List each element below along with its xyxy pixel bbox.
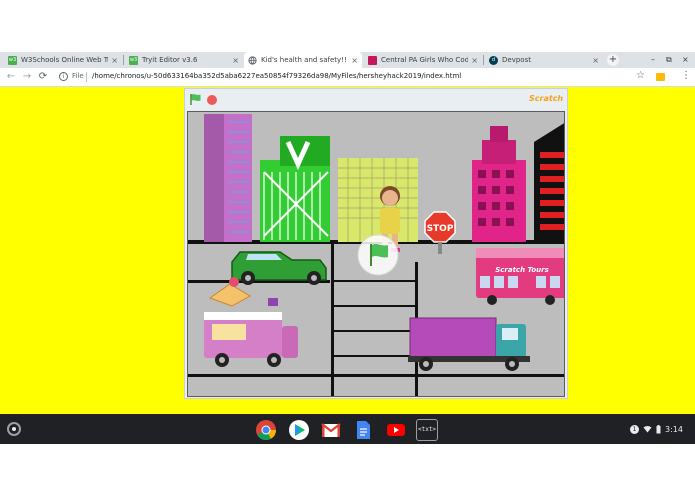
play-store-icon[interactable] (288, 419, 310, 441)
globe-icon (248, 55, 257, 65)
black-red-building (534, 123, 564, 242)
browser-toolbar: ← → ⟳ i File /home/chronos/u-50d633164ba… (0, 68, 695, 87)
tab-title: Central PA Girls Who Code (381, 56, 469, 64)
window-close-icon[interactable]: × (682, 55, 689, 64)
play-overlay-button[interactable] (357, 234, 399, 276)
tab-separator (483, 55, 484, 65)
bus-sign-text: Scratch Tours (495, 266, 549, 274)
scratch-stage[interactable]: STOP Scratch Tours (187, 111, 565, 397)
battery-icon (656, 424, 661, 433)
tour-bus: Scratch Tours (476, 248, 564, 305)
stop-sign: STOP (424, 211, 456, 254)
chrome-icon[interactable] (255, 419, 277, 441)
gmail-icon[interactable] (320, 419, 342, 441)
wifi-icon (643, 425, 652, 433)
stop-sign-text: STOP (427, 224, 454, 234)
tab-kids-health[interactable]: Kid's health and safety!! × (244, 52, 362, 68)
w3schools-icon: w3 (129, 55, 138, 65)
tab-separator (123, 55, 124, 65)
tab-title: W3Schools Online Web Tutorials (21, 56, 108, 64)
green-car (231, 251, 327, 285)
bottom-blank-area (0, 444, 695, 494)
green-flag-icon[interactable] (189, 93, 202, 106)
tab-title: Kid's health and safety!! (261, 56, 347, 64)
text-editor-icon[interactable]: <txt> (416, 419, 438, 441)
minimize-icon[interactable]: – (651, 55, 655, 64)
status-tray[interactable]: 1 3:14 (630, 420, 690, 438)
close-icon[interactable]: × (351, 56, 358, 65)
back-arrow-icon[interactable]: ← (4, 70, 18, 84)
restore-icon[interactable]: ⧉ (666, 55, 672, 65)
city-scene: STOP Scratch Tours (188, 114, 564, 396)
stop-sign-button[interactable] (207, 95, 217, 105)
tab-girls-who-code[interactable]: Central PA Girls Who Code × (364, 52, 482, 68)
url-separator (86, 72, 87, 82)
scratch-logo: Scratch (529, 94, 564, 103)
purple-building (204, 114, 252, 242)
launcher-icon[interactable] (7, 422, 21, 436)
delivery-truck (408, 317, 530, 371)
forward-arrow-icon[interactable]: → (20, 70, 34, 84)
info-icon[interactable]: i (59, 72, 68, 81)
top-blank-area (0, 0, 695, 52)
tab-title: Tryit Editor v3.6 (142, 56, 198, 64)
tab-w3schools[interactable]: w3 W3Schools Online Web Tutorials × (4, 52, 122, 68)
tab-title: Devpost (502, 56, 531, 64)
youtube-icon[interactable] (385, 419, 407, 441)
green-building (260, 136, 330, 242)
tab-tryit-editor[interactable]: w3 Tryit Editor v3.6 × (125, 52, 243, 68)
notification-badge[interactable]: 1 (630, 424, 639, 434)
close-icon[interactable]: × (471, 56, 478, 65)
gwc-icon (368, 55, 377, 65)
chromeos-shelf: <txt> 1 3:14 (0, 414, 695, 444)
close-icon[interactable]: × (111, 56, 118, 65)
address-bar[interactable]: /home/chronos/u-50d633164ba352d5aba6227e… (92, 72, 461, 80)
clock: 3:14 (665, 424, 683, 434)
close-icon[interactable]: × (592, 56, 599, 65)
tab-devpost[interactable]: d Devpost × (485, 52, 603, 68)
new-tab-button[interactable]: + (607, 54, 619, 66)
bookmark-star-icon[interactable]: ☆ (636, 70, 645, 81)
page-content: Scratch STOP Scratch Tours (0, 87, 695, 414)
kebab-menu-icon[interactable]: ⋮ (681, 70, 691, 81)
pink-building (472, 126, 526, 242)
extension-icon[interactable] (656, 73, 665, 81)
reload-icon[interactable]: ⟳ (36, 70, 50, 84)
docs-icon[interactable] (352, 419, 374, 441)
close-icon[interactable]: × (232, 56, 239, 65)
pizza-truck (204, 277, 298, 367)
yellow-building (338, 158, 418, 242)
tab-strip: w3 W3Schools Online Web Tutorials × w3 T… (0, 52, 695, 68)
scratch-player: Scratch STOP Scratch Tours (184, 88, 568, 399)
scheme-label: File (72, 72, 84, 80)
devpost-icon: d (489, 55, 498, 65)
w3schools-icon: w3 (8, 55, 17, 65)
